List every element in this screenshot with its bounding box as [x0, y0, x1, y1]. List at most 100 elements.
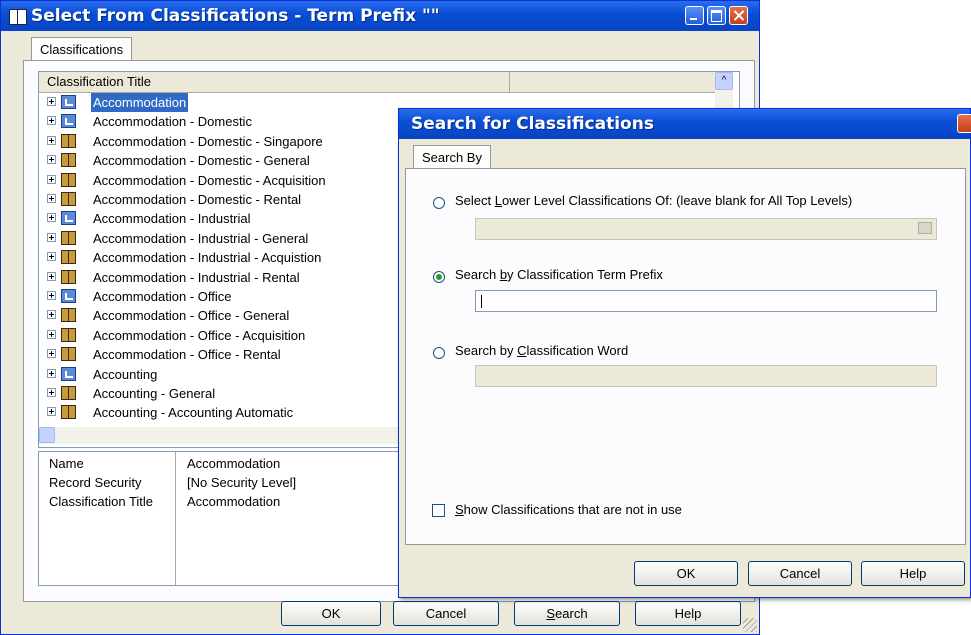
scroll-left-icon[interactable]: [39, 427, 55, 443]
book-icon: [61, 230, 76, 245]
browse-folder-icon[interactable]: [918, 222, 932, 234]
expand-icon[interactable]: [47, 388, 56, 397]
list-item-label: Accounting: [93, 366, 158, 382]
main-window-title: Select From Classifications - Term Prefi…: [31, 6, 440, 26]
show-unused-label: Show Classifications that are not in use: [455, 502, 682, 517]
ok-button[interactable]: OK: [281, 601, 381, 626]
search-titlebar[interactable]: Search for Classifications: [399, 109, 971, 139]
folder-link-icon: [61, 211, 76, 226]
opt4-post: how Classifications that are not in use: [463, 502, 682, 517]
expand-icon[interactable]: [47, 174, 56, 184]
list-item-label: Accommodation - Office - Acquisition: [93, 327, 306, 343]
term-prefix-input[interactable]: [475, 290, 937, 312]
close-icon[interactable]: [729, 6, 748, 25]
search-classifications-dialog: Search for Classifications Search By Sel…: [398, 108, 971, 598]
list-item-label: Accommodation - Industrial - General: [93, 230, 309, 246]
list-item-label: Accounting - Accounting Automatic: [93, 405, 294, 421]
list-item-label: Accommodation - Domestic - Rental: [93, 192, 302, 207]
book-icon: [61, 405, 76, 420]
list-item-label: Accommodation - Industrial - Acquistion: [93, 250, 322, 266]
opt1-accel: L: [494, 193, 502, 208]
expand-icon[interactable]: [47, 116, 56, 126]
opt2-accel: b: [499, 267, 508, 282]
column-header-title: Classification Title: [47, 74, 152, 89]
expand-icon[interactable]: [47, 368, 56, 378]
expand-icon[interactable]: [47, 407, 56, 417]
column-separator[interactable]: [509, 72, 510, 92]
tab-search-by[interactable]: Search By: [413, 145, 491, 169]
tab-classifications[interactable]: Classifications: [31, 37, 133, 61]
maximize-icon[interactable]: [707, 6, 726, 25]
folder-link-icon: [61, 114, 76, 129]
opt3-pre: Search by: [455, 343, 518, 358]
folder-link-icon: [61, 366, 76, 381]
list-item-label: Accommodation - Domestic - Acquisition: [93, 172, 326, 188]
search-help-button[interactable]: Help: [861, 561, 965, 586]
resize-grip-icon[interactable]: [743, 618, 757, 632]
expand-icon[interactable]: [47, 291, 56, 300]
lower-level-field[interactable]: [475, 218, 937, 240]
search-dialog-title: Search for Classifications: [411, 114, 654, 134]
expand-icon[interactable]: [47, 194, 56, 203]
property-value: Accommodation: [187, 494, 281, 509]
list-item-label: Accommodation - Domestic: [93, 114, 252, 130]
list-item-label: Accounting - General: [93, 386, 216, 401]
column-header[interactable]: Classification Title: [39, 72, 721, 93]
cancel-button[interactable]: Cancel: [393, 601, 499, 626]
property-value: Accommodation: [187, 456, 281, 471]
expand-icon[interactable]: [47, 155, 56, 165]
properties-divider: [175, 452, 176, 585]
expand-icon[interactable]: [47, 213, 56, 223]
folder-link-icon: [61, 95, 76, 109]
opt2-pre: Search: [455, 267, 500, 282]
expand-icon[interactable]: [47, 97, 56, 106]
main-titlebar[interactable]: Select From Classifications - Term Prefi…: [1, 1, 759, 31]
book-icon: [61, 250, 76, 265]
book-icon: [61, 308, 76, 323]
property-key: Record Security: [49, 475, 142, 490]
scroll-up-icon[interactable]: ^: [715, 72, 733, 90]
radio-term-prefix[interactable]: [433, 271, 445, 283]
minimize-icon[interactable]: [685, 6, 704, 25]
property-key: Classification Title: [49, 494, 154, 509]
expand-icon[interactable]: [47, 252, 56, 262]
book-icon: [61, 133, 76, 148]
search-cancel-button[interactable]: Cancel: [748, 561, 852, 586]
opt1-post: ower Level Classifications Of: (leave bl…: [501, 193, 853, 208]
book-icon: [61, 269, 76, 284]
list-item-label: Accommodation - Office: [93, 289, 232, 304]
list-item-label: Accommodation - Domestic - General: [93, 153, 310, 169]
expand-icon[interactable]: [47, 135, 56, 145]
list-item-label: Accommodation - Office - General: [93, 308, 290, 324]
radio-classification-word-label: Search by Classification Word: [455, 343, 628, 358]
classification-word-field[interactable]: [475, 365, 937, 387]
folder-link-icon: [61, 289, 76, 303]
list-item-label: Accommodation - Office - Rental: [93, 347, 281, 363]
expand-icon[interactable]: [47, 232, 56, 242]
list-item-label: Accommodation: [91, 93, 189, 112]
radio-lower-level-label: Select Lower Level Classifications Of: (…: [455, 193, 852, 208]
expand-icon[interactable]: [47, 271, 56, 281]
opt3-post: lassification Word: [526, 343, 629, 358]
radio-term-prefix-label: Search by Classification Term Prefix: [455, 267, 663, 282]
opt1-pre: Select: [455, 193, 495, 208]
opt3-accel: C: [517, 343, 527, 358]
help-button[interactable]: Help: [635, 601, 741, 626]
radio-lower-level[interactable]: [433, 197, 445, 209]
book-icon: [61, 192, 76, 206]
expand-icon[interactable]: [47, 310, 56, 320]
property-key: Name: [49, 456, 84, 471]
opt4-accel: S: [455, 502, 464, 517]
property-value: [No Security Level]: [187, 475, 297, 490]
search-close-icon[interactable]: [957, 114, 971, 133]
list-item-label: Accommodation - Industrial - Rental: [93, 269, 300, 285]
radio-classification-word[interactable]: [433, 347, 445, 359]
book-icon: [61, 347, 76, 362]
search-ok-button[interactable]: OK: [634, 561, 738, 586]
opt2-post: y Classification Term Prefix: [507, 267, 663, 282]
search-button-accel: S: [546, 606, 556, 621]
expand-icon[interactable]: [47, 329, 56, 339]
search-button[interactable]: Search: [514, 601, 620, 626]
expand-icon[interactable]: [47, 349, 56, 359]
show-unused-checkbox[interactable]: [432, 504, 445, 517]
